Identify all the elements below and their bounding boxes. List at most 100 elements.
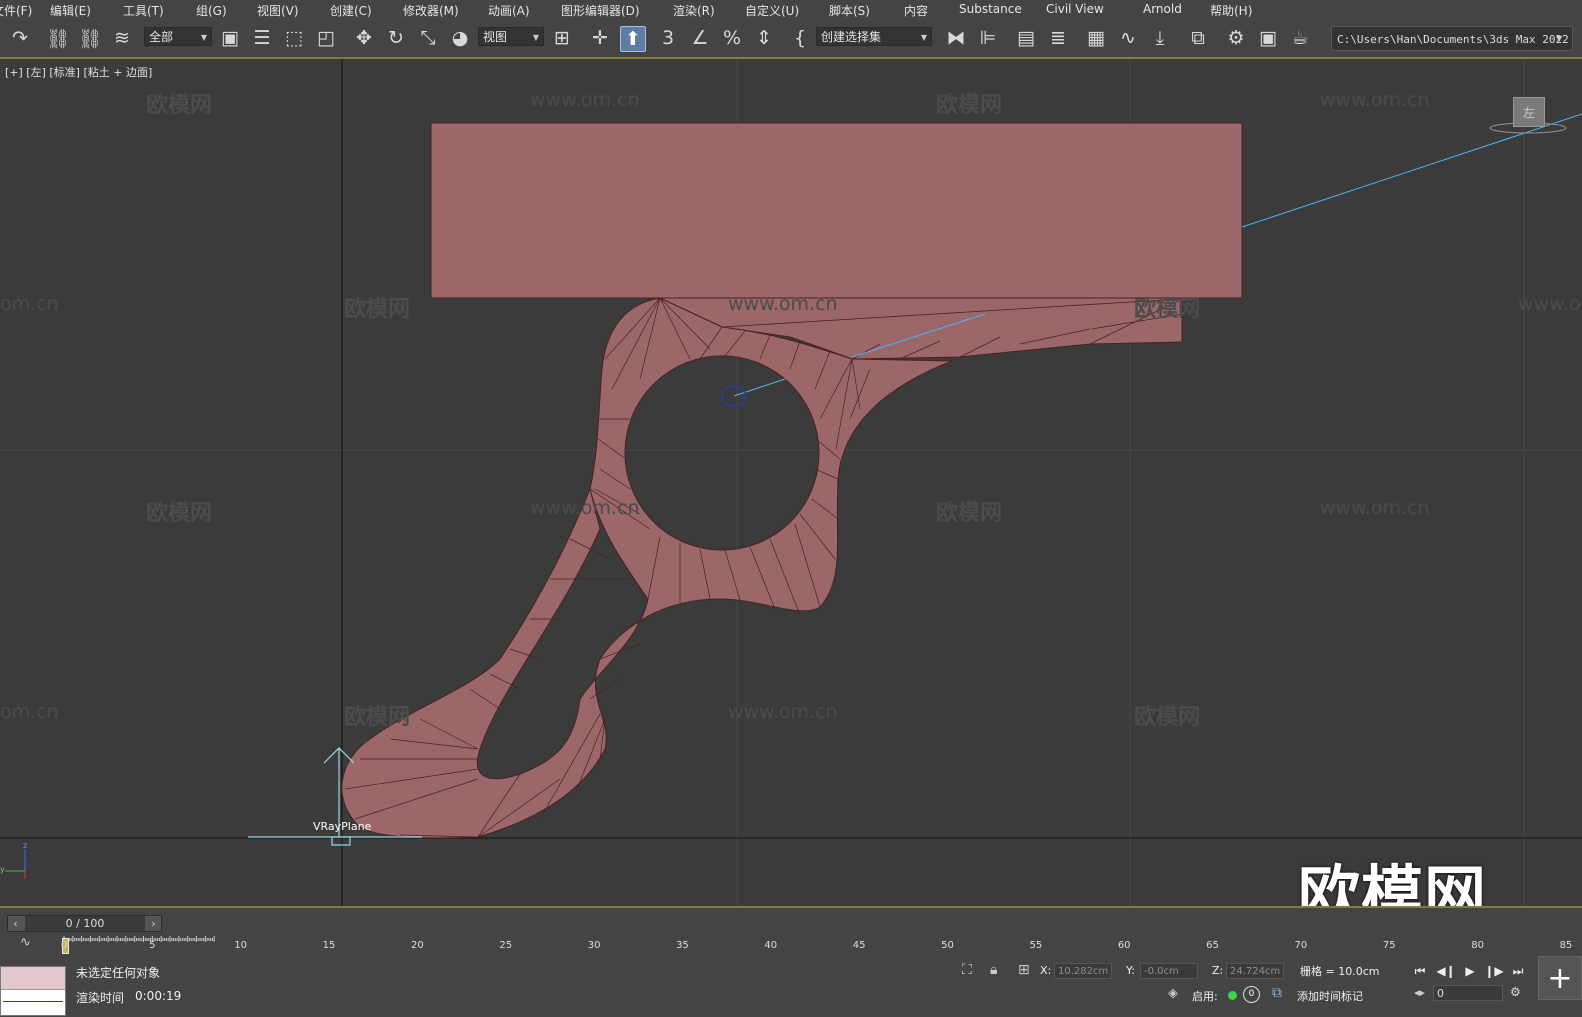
add-viewport-button[interactable]: + [1538, 956, 1582, 1000]
menu-item[interactable]: 动画(A) [488, 2, 530, 19]
menu-item[interactable]: 内容 [904, 2, 928, 19]
time-configuration-icon[interactable]: ⚙ [1510, 985, 1521, 999]
menu-item[interactable]: 编辑(E) [50, 2, 91, 19]
render-production-icon[interactable]: ☕ [1288, 26, 1312, 50]
menu-item[interactable]: Arnold [1143, 2, 1182, 16]
go-to-end-icon[interactable]: ⏭ [1508, 961, 1528, 981]
maxscript-mini-listener[interactable] [0, 966, 66, 1016]
axis-y-label: y [0, 865, 5, 874]
move-icon[interactable]: ✥ [352, 26, 376, 50]
viewport-left[interactable]: [+] [左] [标准] [粘土 + 边面] z y 左 VRayPlane 欧… [0, 59, 1582, 906]
menu-item[interactable]: 文件(F) [0, 2, 32, 19]
watermark: 欧模网 [146, 93, 213, 118]
timeline-tick-label: 10 [234, 940, 248, 951]
select-by-name-icon[interactable]: ☰ [250, 26, 274, 50]
next-frame-icon[interactable]: › [146, 916, 161, 931]
x-coordinate-field[interactable]: 10.282cm [1054, 963, 1112, 979]
menu-item[interactable]: 自定义(U) [745, 2, 799, 19]
redo-icon[interactable]: ↷ [8, 26, 32, 50]
menu-item[interactable]: 工具(T) [123, 2, 164, 19]
lock-selection-icon[interactable]: 🔒︎ [990, 962, 997, 978]
scale-icon[interactable]: ⤡ [416, 26, 440, 50]
link-icon[interactable]: ⛓ [46, 26, 70, 50]
menu-item[interactable]: 修改器(M) [403, 2, 459, 19]
reference-coordinate-dropdown[interactable]: 视图 ▼ [478, 27, 544, 46]
pivot-center-icon[interactable]: ⊞ [550, 26, 574, 50]
time-tag-icon[interactable]: ⧉ [1272, 985, 1282, 1001]
prev-frame-icon[interactable]: ‹ [8, 916, 23, 931]
viewcube[interactable]: 左 [1513, 97, 1545, 127]
absolute-mode-icon[interactable]: ⊞ [1018, 962, 1030, 978]
watermark: 欧模网 [1134, 297, 1201, 322]
menu-item[interactable]: 渲染(R) [673, 2, 715, 19]
watermark: www.om.cn [530, 89, 640, 111]
timeline-track[interactable]: 0 5 10 15 20 25 30 35 40 45 50 55 60 65 70 75 80 85 [60, 936, 1576, 954]
frame-display: 0 / 100 [25, 916, 145, 931]
z-coordinate-field[interactable]: 24.724cm [1226, 963, 1284, 979]
named-selection-set-dropdown[interactable]: 创建选择集 ▼ [816, 27, 932, 46]
rectangle-selection-icon[interactable]: ⬚ [282, 26, 306, 50]
play-icon[interactable]: ▶ [1460, 961, 1480, 981]
watermark: www.om.cn [728, 701, 838, 723]
watermark: 欧模网 [1134, 705, 1201, 730]
align-icon[interactable]: ⊫ [976, 26, 1000, 50]
current-frame-field[interactable]: 0 [1433, 985, 1503, 1001]
timeline-tick-label: 80 [1471, 940, 1484, 951]
watermark: om.cn [0, 701, 59, 723]
project-path-field[interactable]: C:\Users\Han\Documents\3ds Max 2022 [1331, 26, 1573, 51]
rendered-frame-window-icon[interactable]: ▣ [1256, 26, 1280, 50]
menu-item[interactable]: 视图(V) [257, 2, 299, 19]
keyboard-shortcut-override-icon[interactable]: ⬆ [620, 26, 646, 52]
selection-filter-dropdown[interactable]: 全部 ▼ [144, 27, 212, 46]
adaptive-degradation-icon[interactable]: ◈ [1168, 986, 1178, 1001]
dope-sheet-icon[interactable]: ⤓ [1148, 26, 1172, 50]
menu-item[interactable]: 脚本(S) [829, 2, 870, 19]
slab-mesh[interactable] [430, 122, 1243, 299]
percent-snap-icon[interactable]: % [720, 26, 744, 50]
menu-item[interactable]: 组(G) [196, 2, 227, 19]
timeline-tick-label: 0 [60, 940, 68, 951]
bracket-body-mesh[interactable] [341, 297, 953, 839]
axis-tripod [5, 849, 26, 879]
rotate-icon[interactable]: ↻ [384, 26, 408, 50]
menu-item[interactable]: 创建(C) [330, 2, 372, 19]
snap-toggle-label: 3 [661, 27, 675, 49]
menu-item[interactable]: Substance [959, 2, 1022, 16]
unlink-icon[interactable]: ⛓ [78, 26, 102, 50]
y-coordinate-field[interactable]: -0.0cm [1140, 963, 1198, 979]
snap-toggle-icon[interactable]: 3 [656, 26, 680, 50]
scene-explorer-icon[interactable]: ▤ [1014, 26, 1038, 50]
render-setup-icon[interactable]: ⚙ [1224, 26, 1248, 50]
menu-item[interactable]: 帮助(H) [1210, 2, 1252, 19]
project-path-chevron-icon[interactable]: ▼ [1556, 34, 1562, 43]
add-time-tag-button[interactable]: 添加时间标记 [1297, 988, 1363, 1004]
place-icon[interactable]: ◕ [448, 26, 472, 50]
menu-item[interactable]: Civil View [1046, 2, 1104, 16]
vray-plane-label: VRayPlane [313, 820, 372, 833]
toggle-ribbon-icon[interactable]: ▦ [1084, 26, 1108, 50]
mirror-icon[interactable]: ⧓ [944, 26, 968, 50]
viewcube-face-label: 左 [1522, 105, 1535, 120]
bind-space-warp-icon[interactable]: ≋ [110, 26, 134, 50]
spinner-snap-icon[interactable]: ⇕ [752, 26, 776, 50]
layer-explorer-icon[interactable]: ≣ [1046, 26, 1070, 50]
key-mode-icon[interactable]: ◂▸ [1414, 986, 1425, 999]
reference-coordinate-value: 视图 [483, 30, 508, 44]
watermark: www.om.cn [1320, 497, 1430, 519]
menu-item[interactable]: 图形编辑器(D) [561, 2, 640, 19]
edit-named-selection-icon[interactable]: { [788, 26, 812, 50]
next-frame-button-icon[interactable]: ❙▶ [1484, 961, 1504, 981]
select-manipulate-icon[interactable]: ✛ [588, 26, 612, 50]
mini-curve-editor-icon[interactable]: ∿ [20, 935, 31, 950]
timeline-tick-label: 35 [676, 940, 689, 951]
select-object-icon[interactable]: ▣ [218, 26, 242, 50]
isolate-selection-icon[interactable]: ⛶ [962, 962, 972, 978]
angle-snap-icon[interactable]: ∠ [688, 26, 712, 50]
window-crossing-icon[interactable]: ◰ [314, 26, 338, 50]
time-slider[interactable]: ‹ 0 / 100 › [7, 915, 162, 932]
schematic-view-icon[interactable]: ⧉ [1186, 26, 1210, 50]
go-to-start-icon[interactable]: ⏮ [1410, 961, 1430, 981]
previous-frame-icon[interactable]: ◀❙ [1436, 961, 1456, 981]
axis-z-label: z [23, 841, 28, 850]
curve-editor-icon[interactable]: ∿ [1116, 26, 1140, 50]
